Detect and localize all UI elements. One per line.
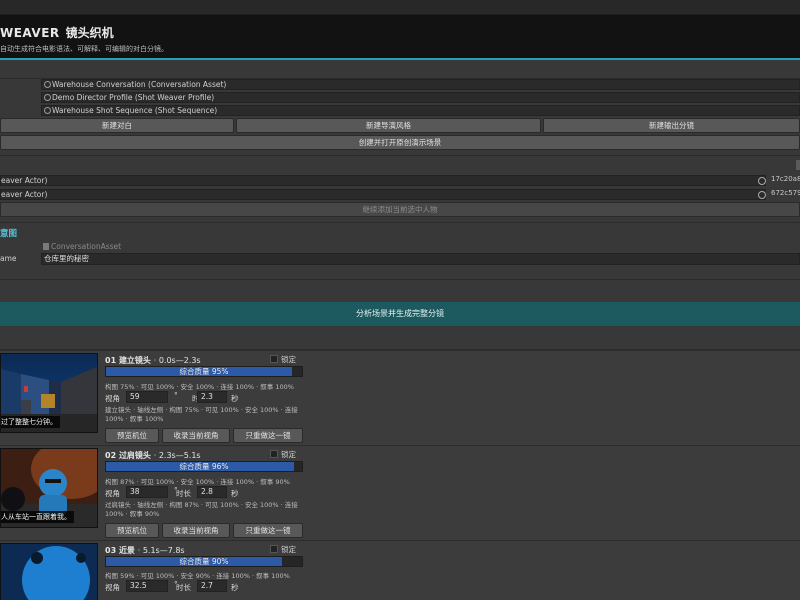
new-style-button[interactable]: 新建导演风格 [236,118,541,133]
fov-label: 视角 [105,583,120,592]
actor-field-2[interactable]: eaver Actor) [0,189,766,200]
quality-bar: 综合质量 90% [105,556,303,567]
fov-input[interactable]: 59 [126,391,168,403]
lock-checkbox[interactable] [270,545,278,553]
object-picker-icon[interactable] [44,94,51,101]
profile-asset-field[interactable]: Demo Director Profile (Shot Weaver Profi… [41,92,800,103]
divider [0,279,800,280]
shot-metrics: 构图 59% · 可见 100% · 安全 90% · 连接 100% · 叙事… [105,572,290,580]
app-header: WEAVER 镜头织机 自动生成符合电影语法、可解释、可编辑的对白分镜。 [0,15,800,60]
lock-toggle[interactable]: 锁定 [270,544,296,555]
quality-bar: 综合质量 95% [105,366,303,377]
quality-bar: 综合质量 96% [105,461,303,472]
window-top-strip [0,0,800,15]
lock-toggle[interactable]: 锁定 [270,354,296,365]
shot-metrics: 构图 75% · 可见 100% · 安全 100% · 连接 100% · 叙… [105,383,294,391]
redo-shot-button[interactable]: 只重做这一镜 [233,523,303,538]
lock-toggle[interactable]: 锁定 [270,449,296,460]
shot-title: 01 建立镜头 · 0.0s—2.3s [105,356,201,365]
lock-checkbox[interactable] [270,450,278,458]
duration-label: 时长 [176,583,191,592]
actor-id-2: 672c579e [771,189,800,197]
capture-view-button[interactable]: 收录当前视角 [162,523,230,538]
sequence-asset-field[interactable]: Warehouse Shot Sequence (Shot Sequence) [41,105,800,116]
duration-unit: 秒 [231,583,239,592]
shot-thumbnail [0,543,98,600]
shot-title: 02 过肩镜头 · 2.3s—5.1s [105,451,201,460]
shot-note: 建立镜头 · 轴线左侧 · 构图 75% · 可见 100% · 安全 100%… [105,406,298,423]
shot-card: 03 近景 · 5.1s—7.8s 锁定 综合质量 90% 构图 59% · 可… [0,540,800,600]
duration-input[interactable]: 2.7 [197,580,227,592]
app-title: WEAVER 镜头织机 [0,26,114,40]
fov-input[interactable]: 32.5 [126,580,168,592]
shot-note: 过肩镜头 · 轴线左侧 · 构图 87% · 可见 100% · 安全 100%… [105,501,298,518]
add-selected-actors-button[interactable]: 继续添加当前选中人物 [0,202,800,217]
subtitle-caption: 过了整整七分钟。 [1,416,60,428]
duration-unit: 秒 [231,394,239,403]
preview-camera-button[interactable]: 预览机位 [105,523,159,538]
lock-checkbox[interactable] [270,355,278,363]
fov-label: 视角 [105,489,120,498]
closeup-scene-image [1,544,97,600]
fov-input[interactable]: 38 [126,486,168,498]
new-output-button[interactable]: 新建输出分镜 [543,118,800,133]
asset-type-field: ConversationAsset [41,241,800,252]
actor-field-1[interactable]: eaver Actor) [0,175,766,186]
fov-unit: ° [174,391,178,400]
divider [0,222,800,223]
object-picker-icon[interactable] [758,177,766,185]
subtitle-caption: 人从车站一直跟着我。 [1,511,74,523]
analyze-generate-button[interactable]: 分析场景并生成完整分镜 [0,302,800,326]
capture-view-button[interactable]: 收录当前视角 [162,428,230,443]
app-subtitle: 自动生成符合电影语法、可解释、可编辑的对白分镜。 [0,45,168,53]
shot-card: 过了整整七分钟。 01 建立镜头 · 0.0s—2.3s 锁定 综合质量 95%… [0,350,800,445]
file-icon [43,243,49,250]
duration-label: 时长 [176,489,191,498]
shot-metrics: 构图 87% · 可见 100% · 安全 100% · 连接 100% · 叙… [105,478,290,486]
object-picker-icon[interactable] [44,81,51,88]
actor-id-1: 17c20a84 [771,175,800,183]
shot-card: 人从车站一直跟着我。 02 过肩镜头 · 2.3s—5.1s 锁定 综合质量 9… [0,445,800,540]
divider [0,155,800,156]
actor-list-scroll-handle[interactable] [796,160,800,170]
fov-label: 视角 [105,394,120,403]
duration-input[interactable]: 2.3 [197,391,227,403]
object-picker-icon[interactable] [44,107,51,114]
scene-name-input[interactable]: 仓库里的秘密 [41,253,800,265]
name-label: ame [0,254,17,263]
new-dialogue-button[interactable]: 新建对白 [0,118,234,133]
preview-camera-button[interactable]: 预览机位 [105,428,159,443]
section-title-intent: 意图 [0,229,18,239]
shot-thumbnail: 过了整整七分钟。 [0,353,98,433]
conversation-asset-field[interactable]: Warehouse Conversation (Conversation Ass… [41,79,800,90]
shot-thumbnail: 人从车站一直跟着我。 [0,448,98,528]
create-demo-scene-button[interactable]: 创建并打开原创演示场景 [0,135,800,150]
shot-title: 03 近景 · 5.1s—7.8s [105,546,185,555]
redo-shot-button[interactable]: 只重做这一镜 [233,428,303,443]
object-picker-icon[interactable] [758,191,766,199]
duration-input[interactable]: 2.8 [197,486,227,498]
duration-unit: 秒 [231,489,239,498]
